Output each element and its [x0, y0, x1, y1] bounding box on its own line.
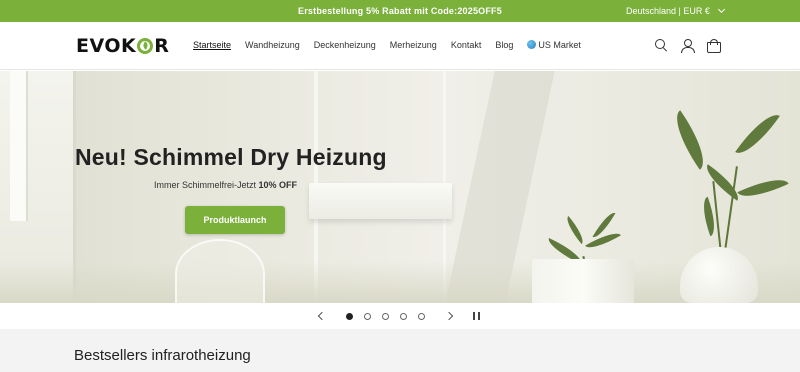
nav-item-wandheizung[interactable]: Wandheizung: [245, 40, 300, 50]
section-title: Bestsellers infrarotheizung: [74, 347, 251, 364]
nav-item-deckenheizung[interactable]: Deckenheizung: [314, 40, 376, 50]
chevron-right-icon[interactable]: [444, 311, 454, 321]
leaf-logo-icon: [137, 38, 154, 54]
chevron-left-icon[interactable]: [317, 311, 327, 321]
hero-heater-image: [309, 183, 452, 219]
main-nav: Startseite Wandheizung Deckenheizung Mer…: [193, 40, 595, 50]
bestsellers-section: Bestsellers infrarotheizung: [0, 329, 800, 372]
chevron-down-icon: [717, 5, 725, 14]
account-icon[interactable]: [680, 38, 695, 53]
cart-icon[interactable]: [706, 38, 721, 53]
slider-controls: [0, 303, 800, 329]
locale-selector[interactable]: Deutschland | EUR €: [626, 5, 725, 16]
logo-text-right: R: [154, 35, 170, 57]
globe-icon: [527, 40, 537, 49]
slide-dot-1[interactable]: [346, 313, 353, 320]
hero-banner: Neu! Schimmel Dry Heizung Immer Schimmel…: [0, 71, 800, 303]
nav-item-blog[interactable]: Blog: [495, 40, 513, 50]
hero-chair-decor: [175, 239, 265, 303]
nav-item-startseite[interactable]: Startseite: [193, 40, 231, 50]
header-icons: [654, 38, 721, 53]
announcement-bar: Erstbestellung 5% Rabatt mit Code:2025OF…: [0, 0, 800, 22]
hero-pot-decor: [532, 259, 634, 303]
nav-item-kontakt[interactable]: Kontakt: [451, 40, 482, 50]
pause-icon[interactable]: [473, 312, 480, 320]
hero-subtitle: Immer Schimmelfrei-Jetzt 10% OFF: [154, 180, 298, 190]
nav-item-us-market-label: US Market: [538, 40, 581, 50]
logo-text-left: EVOK: [76, 35, 137, 57]
site-header: EVOK R Startseite Wandheizung Deckenheizu…: [0, 22, 800, 70]
search-icon[interactable]: [654, 38, 668, 52]
nav-item-us-market[interactable]: US Market: [527, 40, 581, 50]
hero-discount: 10% OFF: [258, 180, 298, 190]
product-launch-button[interactable]: Produktlaunch: [185, 206, 285, 234]
slide-dot-5[interactable]: [418, 313, 425, 320]
slide-dot-4[interactable]: [400, 313, 407, 320]
logo[interactable]: EVOK R: [76, 35, 169, 57]
locale-label: Deutschland | EUR €: [626, 6, 710, 16]
slide-dot-3[interactable]: [382, 313, 389, 320]
slide-dot-2[interactable]: [364, 313, 371, 320]
hero-title: Neu! Schimmel Dry Heizung: [75, 144, 387, 170]
nav-item-merheizung[interactable]: Merheizung: [390, 40, 437, 50]
hero-pot-decor-2: [680, 247, 758, 303]
